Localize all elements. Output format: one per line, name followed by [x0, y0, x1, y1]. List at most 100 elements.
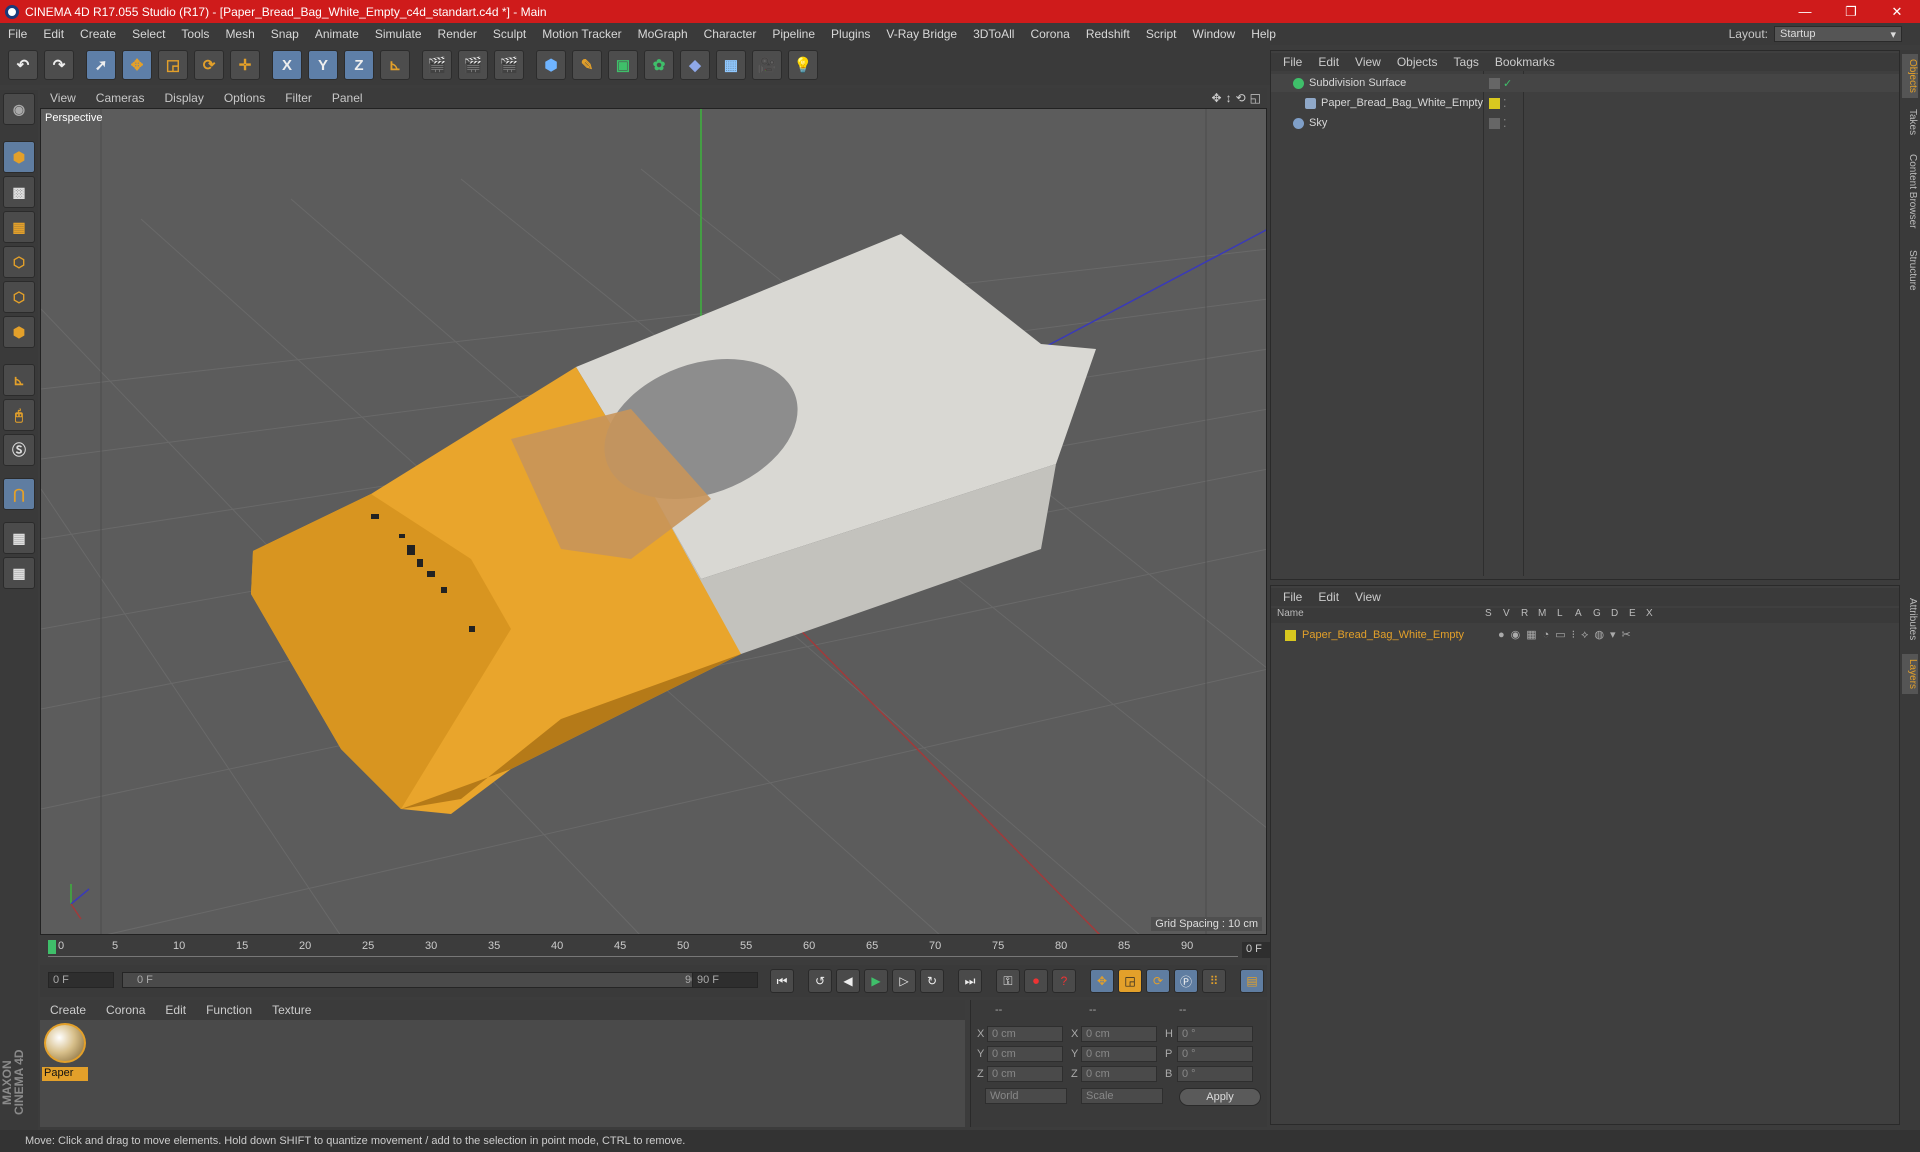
layer-menu-edit[interactable]: Edit	[1310, 590, 1347, 604]
x-axis-lock-button[interactable]: X	[272, 50, 302, 80]
render-view-button[interactable]: 🎬	[422, 50, 452, 80]
minimize-button[interactable]: —	[1782, 4, 1828, 20]
tab-takes[interactable]: Takes	[1902, 105, 1918, 139]
recent-tool-button[interactable]: ✛	[230, 50, 260, 80]
menu-corona[interactable]: Corona	[1022, 27, 1077, 41]
rotate-view-icon[interactable]: ⟲	[1236, 91, 1246, 105]
record-keys-button[interactable]: ⚿	[996, 969, 1020, 993]
key-point-level-button[interactable]: ⠿	[1202, 969, 1226, 993]
keyframe-selection-button[interactable]: ?	[1052, 969, 1076, 993]
playhead-marker[interactable]	[48, 940, 56, 954]
points-mode-button[interactable]: ⬡	[3, 246, 35, 278]
z-axis-lock-button[interactable]: Z	[344, 50, 374, 80]
key-position-button[interactable]: ✥	[1090, 969, 1114, 993]
material-name-paper[interactable]: Paper	[42, 1067, 88, 1081]
light-object-button[interactable]: 💡	[788, 50, 818, 80]
tweak-mode-button[interactable]: 🖰	[3, 399, 35, 431]
tab-objects[interactable]: Objects	[1902, 54, 1918, 98]
object-menu-objects[interactable]: Objects	[1389, 55, 1446, 69]
next-frame-button[interactable]: ▷	[892, 969, 916, 993]
planar-workplane-button[interactable]: ▦	[3, 557, 35, 589]
layout-dropdown[interactable]: Startup ▾	[1774, 26, 1902, 42]
layer-menu-file[interactable]: File	[1275, 590, 1310, 604]
y-axis-lock-button[interactable]: Y	[308, 50, 338, 80]
enable-axis-button[interactable]: ⊾	[3, 364, 35, 396]
start-frame-field[interactable]: 0 F	[48, 972, 114, 988]
menu-mesh[interactable]: Mesh	[217, 27, 262, 41]
object-menu-bookmarks[interactable]: Bookmarks	[1487, 55, 1563, 69]
previous-frame-button[interactable]: ◀	[836, 969, 860, 993]
frame-range-slider[interactable]: 0 F 90 F	[122, 972, 722, 988]
end-frame-field[interactable]: 90 F	[692, 972, 758, 988]
menu-redshift[interactable]: Redshift	[1078, 27, 1138, 41]
timeline-ruler[interactable]: 0 5 10 15 20 25 30 35 40 45 50 55 60 65 …	[40, 938, 1306, 962]
next-key-button[interactable]: ↻	[920, 969, 944, 993]
object-menu-edit[interactable]: Edit	[1310, 55, 1347, 69]
snap-button[interactable]: ⋂	[3, 478, 35, 510]
menu-animate[interactable]: Animate	[307, 27, 367, 41]
layer-row[interactable]: Paper_Bread_Bag_White_Empty ●◉▦◔▭⁝⟡◍▾✂	[1271, 626, 1899, 644]
polygons-mode-button[interactable]: ⬢	[3, 316, 35, 348]
rotate-tool-button[interactable]: ⟳	[194, 50, 224, 80]
pan-view-icon[interactable]: ✥	[1212, 91, 1222, 105]
workplane-mode-button[interactable]: ▦	[3, 211, 35, 243]
viewport-menu-display[interactable]: Display	[154, 91, 213, 105]
size-y-field[interactable]: 0 cm	[1081, 1046, 1157, 1062]
menu-script[interactable]: Script	[1138, 27, 1185, 41]
tab-attributes[interactable]: Attributes	[1902, 590, 1918, 648]
maximize-button[interactable]: ❐	[1828, 4, 1874, 20]
menu-edit[interactable]: Edit	[35, 27, 72, 41]
layer-toggle-icons[interactable]: ●◉▦◔▭⁝⟡◍▾✂	[1498, 628, 1637, 642]
material-menu-texture[interactable]: Texture	[262, 1003, 321, 1017]
menu-plugins[interactable]: Plugins	[823, 27, 878, 41]
dolly-view-icon[interactable]: ↕	[1226, 91, 1232, 105]
menu-file[interactable]: File	[0, 27, 35, 41]
position-y-field[interactable]: 0 cm	[987, 1046, 1063, 1062]
pen-spline-button[interactable]: ✎	[572, 50, 602, 80]
render-picture-viewer-button[interactable]: 🎬	[458, 50, 488, 80]
size-x-field[interactable]: 0 cm	[1081, 1026, 1157, 1042]
tab-content-browser[interactable]: Content Browser	[1902, 146, 1918, 236]
cube-object-button[interactable]: ⬢	[536, 50, 566, 80]
object-menu-file[interactable]: File	[1275, 55, 1310, 69]
maximize-view-icon[interactable]: ◱	[1250, 91, 1261, 105]
go-to-start-button[interactable]: ⏮	[770, 969, 794, 993]
menu-sculpt[interactable]: Sculpt	[485, 27, 534, 41]
make-editable-button[interactable]: ◉	[3, 93, 35, 125]
menu-3dtoall[interactable]: 3DToAll	[965, 27, 1022, 41]
menu-help[interactable]: Help	[1243, 27, 1284, 41]
locked-workplane-button[interactable]: ▦	[3, 522, 35, 554]
deformer-button[interactable]: ◆	[680, 50, 710, 80]
material-menu-edit[interactable]: Edit	[155, 1003, 196, 1017]
key-rotation-button[interactable]: ⟳	[1146, 969, 1170, 993]
camera-object-button[interactable]: 🎥	[752, 50, 782, 80]
scale-tool-button[interactable]: ◲	[158, 50, 188, 80]
subdivision-surface-button[interactable]: ▣	[608, 50, 638, 80]
close-button[interactable]: ✕	[1874, 4, 1920, 20]
coordinate-system-button[interactable]: ⊾	[380, 50, 410, 80]
paper-bread-bag-model[interactable]	[251, 234, 1096, 814]
array-object-button[interactable]: ✿	[644, 50, 674, 80]
texture-mode-button[interactable]: ▩	[3, 176, 35, 208]
material-menu-function[interactable]: Function	[196, 1003, 262, 1017]
undo-button[interactable]: ↶	[8, 50, 38, 80]
edges-mode-button[interactable]: ⬡	[3, 281, 35, 313]
menu-snap[interactable]: Snap	[263, 27, 307, 41]
apply-button[interactable]: Apply	[1179, 1088, 1261, 1106]
solo-button[interactable]: Ⓢ	[3, 434, 35, 466]
viewport-menu-filter[interactable]: Filter	[275, 91, 322, 105]
menu-vray-bridge[interactable]: V-Ray Bridge	[878, 27, 965, 41]
size-mode-dropdown[interactable]: Scale	[1081, 1088, 1163, 1104]
visibility-dots-icon[interactable]: ⁚	[1503, 117, 1507, 130]
menu-render[interactable]: Render	[430, 27, 485, 41]
rotation-p-field[interactable]: 0 °	[1177, 1046, 1253, 1062]
menu-tools[interactable]: Tools	[173, 27, 217, 41]
perspective-viewport[interactable]: Perspective Grid Spacing : 10 cm	[40, 108, 1267, 935]
position-x-field[interactable]: 0 cm	[987, 1026, 1063, 1042]
menu-character[interactable]: Character	[696, 27, 765, 41]
coordinate-mode-dropdown[interactable]: World	[985, 1088, 1067, 1104]
enabled-check-icon[interactable]: ✓	[1503, 77, 1512, 90]
tab-structure[interactable]: Structure	[1902, 244, 1918, 296]
menu-mograph[interactable]: MoGraph	[630, 27, 696, 41]
material-menu-corona[interactable]: Corona	[96, 1003, 155, 1017]
